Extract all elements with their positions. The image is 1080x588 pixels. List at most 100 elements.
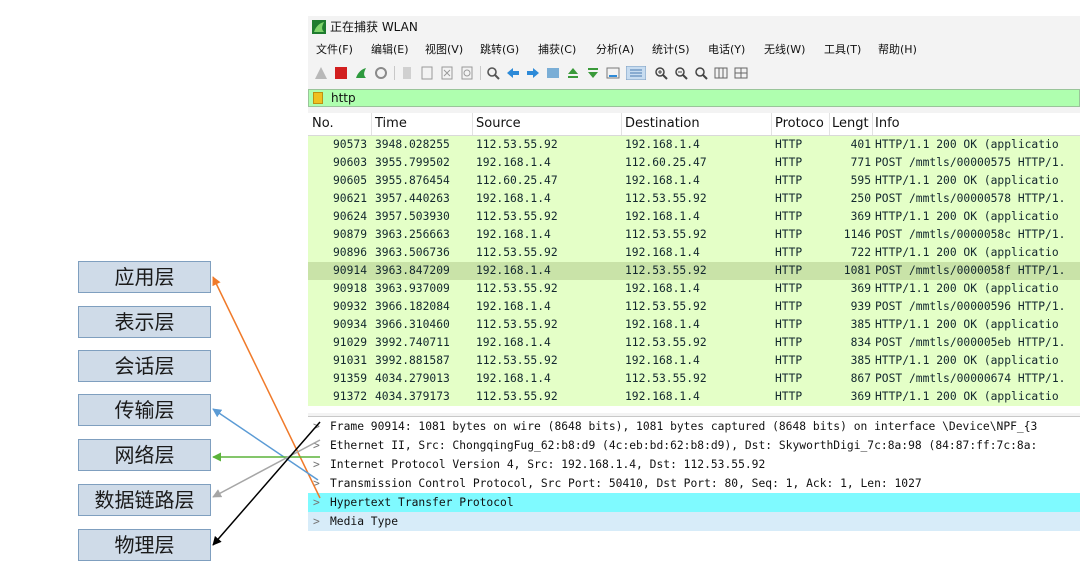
detail-row-ethernet[interactable]: > Ethernet II, Src: ChongqingFug_62:b8:d9… — [308, 436, 1080, 455]
detail-row-ip[interactable]: > Internet Protocol Version 4, Src: 192.1… — [308, 455, 1080, 474]
packet-no: 90914 — [332, 264, 367, 277]
layout-icon[interactable] — [734, 66, 748, 80]
stop-capture-icon[interactable] — [334, 66, 348, 80]
packet-info: HTTP/1.1 200 OK (applicatio — [875, 318, 1059, 331]
col-header-length[interactable]: Lengt — [832, 113, 869, 135]
reload-icon[interactable] — [460, 66, 474, 80]
packet-row[interactable]: 91029 3992.740711 192.168.1.4 112.53.55.92 H… — [308, 334, 1080, 352]
packet-no: 90621 — [332, 192, 367, 205]
packet-info: POST /mmtls/000005eb HTTP/1. — [875, 336, 1066, 349]
colorize-icon[interactable] — [626, 66, 646, 80]
packet-no: 90934 — [332, 318, 367, 331]
col-header-protocol[interactable]: Protoco — [775, 113, 824, 135]
menu-analyze[interactable]: 分析(A) — [596, 40, 634, 60]
col-header-no[interactable]: No. — [312, 113, 334, 135]
start-capture-icon[interactable] — [314, 66, 328, 80]
display-filter-input[interactable]: http — [331, 90, 356, 106]
expand-chevron-icon[interactable]: > — [313, 417, 320, 436]
detail-row-tcp[interactable]: > Transmission Control Protocol, Src Port… — [308, 474, 1080, 493]
zoom-out-icon[interactable] — [674, 66, 688, 80]
menu-statistics[interactable]: 统计(S) — [652, 40, 690, 60]
display-filter-bar[interactable]: http — [308, 89, 1080, 107]
packet-row[interactable]: 91372 4034.379173 112.53.55.92 192.168.1.4 H… — [308, 388, 1080, 406]
packet-row[interactable]: 90918 3963.937009 112.53.55.92 192.168.1.4 H… — [308, 280, 1080, 298]
column-separator[interactable] — [872, 113, 873, 135]
packet-time: 3966.310460 — [375, 318, 450, 331]
autoscroll-icon[interactable] — [606, 66, 620, 80]
menu-wireless[interactable]: 无线(W) — [764, 40, 805, 60]
packet-source: 192.168.1.4 — [476, 300, 551, 313]
col-header-time[interactable]: Time — [375, 113, 407, 135]
packet-source: 192.168.1.4 — [476, 156, 551, 169]
column-separator[interactable] — [472, 113, 473, 135]
packet-info: POST /mmtls/0000058f HTTP/1. — [875, 264, 1066, 277]
filter-bookmark-icon[interactable] — [313, 92, 323, 104]
restart-capture-icon[interactable] — [354, 66, 368, 80]
packet-row[interactable]: 90573 3948.028255 112.53.55.92 192.168.1.4 H… — [308, 136, 1080, 154]
column-separator[interactable] — [829, 113, 830, 135]
packet-protocol: HTTP — [775, 300, 803, 313]
expand-chevron-icon[interactable]: > — [313, 512, 320, 531]
packet-destination: 112.53.55.92 — [625, 264, 707, 277]
packet-length: 771 — [850, 156, 871, 169]
go-to-packet-icon[interactable] — [546, 66, 560, 80]
column-separator[interactable] — [621, 113, 622, 135]
packet-no: 90918 — [332, 282, 367, 295]
packet-destination: 192.168.1.4 — [625, 354, 700, 367]
packet-row[interactable]: 90896 3963.506736 112.53.55.92 192.168.1.4 H… — [308, 244, 1080, 262]
expand-chevron-icon[interactable]: > — [313, 493, 320, 512]
detail-row-http[interactable]: > Hypertext Transfer Protocol — [308, 493, 1080, 512]
menu-tools[interactable]: 工具(T) — [824, 40, 861, 60]
resize-columns-icon[interactable] — [714, 66, 728, 80]
menu-go[interactable]: 跳转(G) — [480, 40, 519, 60]
packet-time: 4034.379173 — [375, 390, 450, 403]
col-header-info[interactable]: Info — [875, 113, 900, 135]
close-file-icon[interactable] — [440, 66, 454, 80]
packet-destination: 112.53.55.92 — [625, 300, 707, 313]
capture-options-icon[interactable] — [374, 66, 388, 80]
col-header-source[interactable]: Source — [476, 113, 521, 135]
find-packet-icon[interactable] — [486, 66, 500, 80]
window-title: 正在捕获 WLAN — [330, 20, 418, 34]
packet-protocol: HTTP — [775, 282, 803, 295]
packet-time: 3963.256663 — [375, 228, 450, 241]
expand-chevron-icon[interactable]: > — [313, 474, 320, 493]
packet-row[interactable]: 91031 3992.881587 112.53.55.92 192.168.1.4 H… — [308, 352, 1080, 370]
zoom-in-icon[interactable] — [654, 66, 668, 80]
packet-row[interactable]: 90624 3957.503930 112.53.55.92 192.168.1.4 H… — [308, 208, 1080, 226]
expand-chevron-icon[interactable]: > — [313, 455, 320, 474]
open-file-icon[interactable] — [400, 66, 414, 80]
packet-no: 90603 — [332, 156, 367, 169]
packet-destination: 112.53.55.92 — [625, 372, 707, 385]
packet-row[interactable]: 90605 3955.876454 112.60.25.47 192.168.1.4 H… — [308, 172, 1080, 190]
menu-telephony[interactable]: 电话(Y) — [708, 40, 745, 60]
save-file-icon[interactable] — [420, 66, 434, 80]
packet-row[interactable]: 90879 3963.256663 192.168.1.4 112.53.55.92 H… — [308, 226, 1080, 244]
packet-time: 3957.503930 — [375, 210, 450, 223]
column-separator[interactable] — [771, 113, 772, 135]
packet-row[interactable]: 90603 3955.799502 192.168.1.4 112.60.25.47 H… — [308, 154, 1080, 172]
menu-help[interactable]: 帮助(H) — [878, 40, 917, 60]
zoom-reset-icon[interactable] — [694, 66, 708, 80]
menu-capture[interactable]: 捕获(C) — [538, 40, 576, 60]
packet-row[interactable]: 90914 3963.847209 192.168.1.4 112.53.55.92 H… — [308, 262, 1080, 280]
packet-row[interactable]: 90934 3966.310460 112.53.55.92 192.168.1.4 H… — [308, 316, 1080, 334]
osi-layer-datalink: 数据链路层 — [78, 484, 211, 516]
packet-row[interactable]: 90621 3957.440263 192.168.1.4 112.53.55.92 H… — [308, 190, 1080, 208]
col-header-destination[interactable]: Destination — [625, 113, 700, 135]
expand-chevron-icon[interactable]: > — [313, 436, 320, 455]
detail-row-frame[interactable]: > Frame 90914: 1081 bytes on wire (8648 b… — [308, 417, 1080, 436]
packet-time: 3992.740711 — [375, 336, 450, 349]
last-packet-icon[interactable] — [586, 66, 600, 80]
column-separator[interactable] — [371, 113, 372, 135]
menu-view[interactable]: 视图(V) — [425, 40, 463, 60]
first-packet-icon[interactable] — [566, 66, 580, 80]
detail-row-media-type[interactable]: > Media Type — [308, 512, 1080, 531]
packet-row[interactable]: 91359 4034.279013 192.168.1.4 112.53.55.92 H… — [308, 370, 1080, 388]
go-back-icon[interactable] — [506, 66, 520, 80]
menu-file[interactable]: 文件(F) — [316, 40, 353, 60]
go-forward-icon[interactable] — [526, 66, 540, 80]
packet-length: 867 — [850, 372, 871, 385]
packet-row[interactable]: 90932 3966.182084 192.168.1.4 112.53.55.92 H… — [308, 298, 1080, 316]
menu-edit[interactable]: 编辑(E) — [371, 40, 409, 60]
